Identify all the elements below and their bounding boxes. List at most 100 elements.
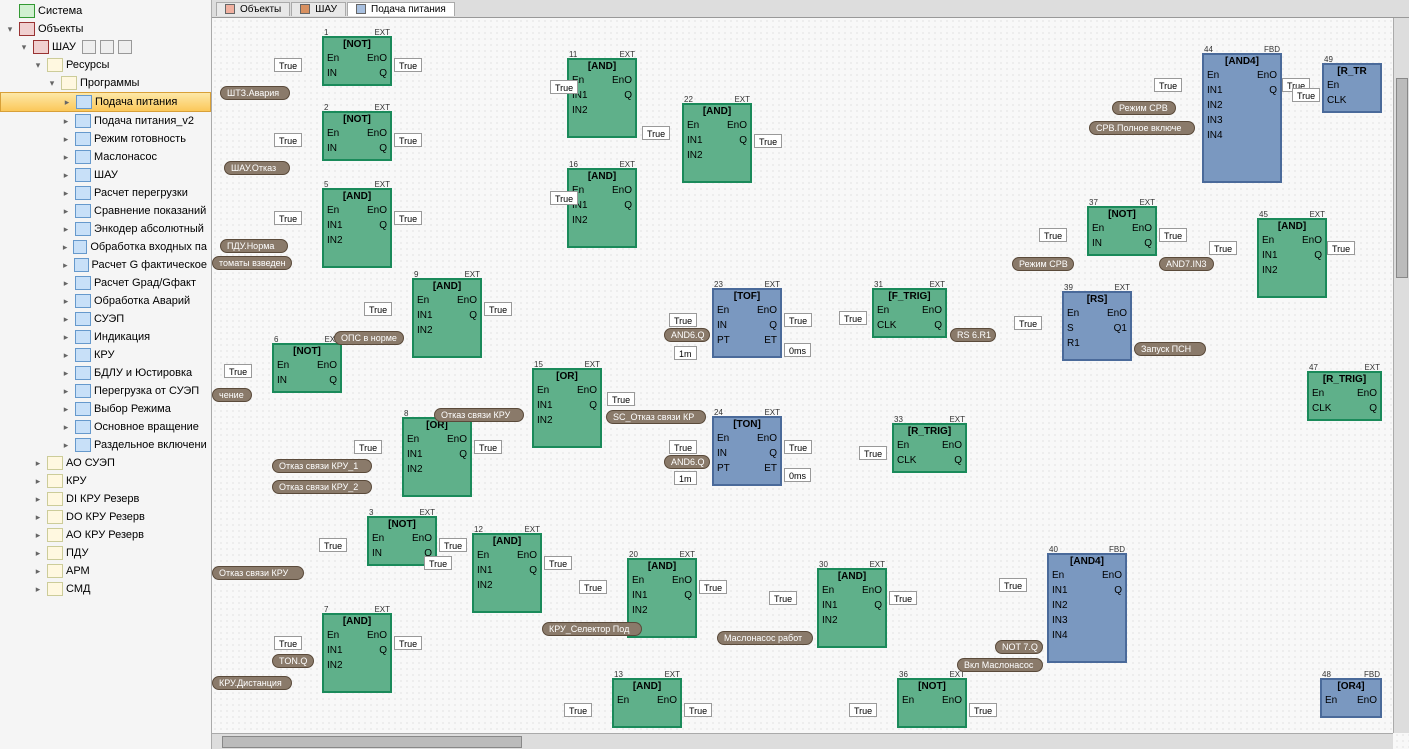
value-field[interactable]: True	[354, 440, 382, 454]
tree-program-item[interactable]: ▸КРУ	[0, 346, 211, 364]
scroll-thumb[interactable]	[1396, 78, 1408, 278]
tree-program-item[interactable]: ▸Энкодер абсолютный	[0, 220, 211, 238]
variable-tag[interactable]: СРВ.Полное включе	[1089, 121, 1195, 135]
horizontal-scrollbar[interactable]	[212, 733, 1393, 749]
tree-program-item[interactable]: ▸Маслонасос	[0, 148, 211, 166]
value-field[interactable]: True	[550, 80, 578, 94]
value-field[interactable]: True	[439, 538, 467, 552]
tree-folder-item[interactable]: ▸ПДУ	[0, 544, 211, 562]
value-field[interactable]: True	[669, 313, 697, 327]
tool-icon[interactable]	[118, 40, 132, 54]
variable-tag[interactable]: Отказ связи КРУ	[212, 566, 304, 580]
value-field[interactable]: True	[1292, 88, 1320, 102]
fbd-block[interactable]: 12EXT[AND]EnEnOIN1QIN2	[472, 533, 542, 613]
variable-tag[interactable]: Вкл Маслонасос	[957, 658, 1043, 672]
value-field[interactable]: True	[319, 538, 347, 552]
fbd-block[interactable]: 49[R_TREnCLK	[1322, 63, 1382, 113]
value-field[interactable]: True	[1014, 316, 1042, 330]
tree-resources[interactable]: ▾Ресурсы	[0, 56, 211, 74]
tree-program-item[interactable]: ▸Режим готовность	[0, 130, 211, 148]
value-field[interactable]: True	[274, 58, 302, 72]
value-field[interactable]: True	[1159, 228, 1187, 242]
value-field[interactable]: True	[1039, 228, 1067, 242]
scroll-thumb[interactable]	[222, 736, 522, 748]
fbd-block[interactable]: 1EXT[NOT]EnEnOINQ	[322, 36, 392, 86]
fbd-block[interactable]: 40FBD[AND4]EnEnOIN1QIN2IN3IN4	[1047, 553, 1127, 663]
value-field[interactable]: True	[999, 578, 1027, 592]
value-field[interactable]: True	[769, 591, 797, 605]
tree-program-item[interactable]: ▸Выбор Режима	[0, 400, 211, 418]
fbd-block[interactable]: 8EXT[OR]EnEnOIN1QIN2	[402, 417, 472, 497]
value-field[interactable]: True	[484, 302, 512, 316]
fbd-canvas[interactable]: 1EXT[NOT]EnEnOINQ2EXT[NOT]EnEnOINQ5EXT[A…	[212, 18, 1409, 748]
tree-program-item[interactable]: ▸Подача питания	[0, 92, 211, 112]
fbd-block[interactable]: 16EXT[AND]EnEnOIN1QIN2	[567, 168, 637, 248]
variable-tag[interactable]: Режим СРВ	[1112, 101, 1176, 115]
value-field[interactable]: True	[394, 133, 422, 147]
tree-shau[interactable]: ▾ШАУ	[0, 38, 211, 56]
variable-tag[interactable]: Отказ связи КРУ_1	[272, 459, 372, 473]
tree-folder-item[interactable]: ▸АРМ	[0, 562, 211, 580]
tree-program-item[interactable]: ▸Основное вращение	[0, 418, 211, 436]
value-field[interactable]: True	[1154, 78, 1182, 92]
editor-tab[interactable]: Подача питания	[347, 2, 455, 16]
tree-program-item[interactable]: ▸БДЛУ и Юстировка	[0, 364, 211, 382]
fbd-block[interactable]: 48FBD[OR4]EnEnO	[1320, 678, 1382, 718]
fbd-block[interactable]: 44FBD[AND4]EnEnOIN1QIN2IN3IN4	[1202, 53, 1282, 183]
tree-folder-item[interactable]: ▸АО СУЭП	[0, 454, 211, 472]
variable-tag[interactable]: Запуск ПСН	[1134, 342, 1206, 356]
value-field[interactable]: True	[784, 313, 812, 327]
tree-program-item[interactable]: ▸ШАУ	[0, 166, 211, 184]
tree-folder-item[interactable]: ▸СМД	[0, 580, 211, 598]
tree-program-item[interactable]: ▸Обработка Аварий	[0, 292, 211, 310]
tree-program-item[interactable]: ▸Подача питания_v2	[0, 112, 211, 130]
variable-tag[interactable]: Отказ связи КРУ	[434, 408, 524, 422]
value-field[interactable]: True	[699, 580, 727, 594]
variable-tag[interactable]: томаты взведен	[212, 256, 292, 270]
value-field[interactable]: True	[1327, 241, 1355, 255]
tree-program-item[interactable]: ▸Сравнение показаний	[0, 202, 211, 220]
variable-tag[interactable]: Режим СРВ	[1012, 257, 1074, 271]
tree-program-item[interactable]: ▸Обработка входных па	[0, 238, 211, 256]
fbd-block[interactable]: 37EXT[NOT]EnEnOINQ	[1087, 206, 1157, 256]
fbd-block[interactable]: 31EXT[F_TRIG]EnEnOCLKQ	[872, 288, 947, 338]
tool-icon[interactable]	[82, 40, 96, 54]
value-field[interactable]: True	[364, 302, 392, 316]
fbd-block[interactable]: 6EXT[NOT]EnEnOINQ	[272, 343, 342, 393]
tree-program-item[interactable]: ▸Индикация	[0, 328, 211, 346]
value-field[interactable]: True	[394, 58, 422, 72]
variable-tag[interactable]: AND6.Q	[664, 455, 710, 469]
value-field[interactable]: 0ms	[784, 343, 811, 357]
value-field[interactable]: True	[889, 591, 917, 605]
value-field[interactable]: True	[579, 580, 607, 594]
value-field[interactable]: True	[394, 636, 422, 650]
value-field[interactable]: True	[564, 703, 592, 717]
value-field[interactable]: True	[754, 134, 782, 148]
variable-tag[interactable]: Маслонасос работ	[717, 631, 813, 645]
tree-folder-item[interactable]: ▸АО КРУ Резерв	[0, 526, 211, 544]
variable-tag[interactable]: ШАУ.Отказ	[224, 161, 290, 175]
tree-folder-item[interactable]: ▸DI КРУ Резерв	[0, 490, 211, 508]
fbd-block[interactable]: 39EXT[RS]EnEnOSQ1R1	[1062, 291, 1132, 361]
tool-icon[interactable]	[100, 40, 114, 54]
fbd-block[interactable]: 30EXT[AND]EnEnOIN1QIN2	[817, 568, 887, 648]
variable-tag[interactable]: SC_Отказ связи КР	[606, 410, 706, 424]
variable-tag[interactable]: ПДУ.Норма	[220, 239, 288, 253]
value-field[interactable]: True	[839, 311, 867, 325]
value-field[interactable]: 1m	[674, 471, 697, 485]
variable-tag[interactable]: ШТЗ.Авария	[220, 86, 290, 100]
value-field[interactable]: True	[642, 126, 670, 140]
fbd-block[interactable]: 33EXT[R_TRIG]EnEnOCLKQ	[892, 423, 967, 473]
value-field[interactable]: True	[859, 446, 887, 460]
value-field[interactable]: True	[784, 440, 812, 454]
value-field[interactable]: True	[474, 440, 502, 454]
vertical-scrollbar[interactable]	[1393, 18, 1409, 733]
variable-tag[interactable]: КРУ_Селектор Под	[542, 622, 642, 636]
fbd-block[interactable]: 15EXT[OR]EnEnOIN1QIN2	[532, 368, 602, 448]
fbd-block[interactable]: 24EXT[TON]EnEnOINQPTET	[712, 416, 782, 486]
fbd-block[interactable]: 7EXT[AND]EnEnOIN1QIN2	[322, 613, 392, 693]
tree-program-item[interactable]: ▸Расчет Gрад/Gфакт	[0, 274, 211, 292]
fbd-block[interactable]: 22EXT[AND]EnEnOIN1QIN2	[682, 103, 752, 183]
fbd-block[interactable]: 2EXT[NOT]EnEnOINQ	[322, 111, 392, 161]
tree-program-item[interactable]: ▸Перегрузка от СУЭП	[0, 382, 211, 400]
